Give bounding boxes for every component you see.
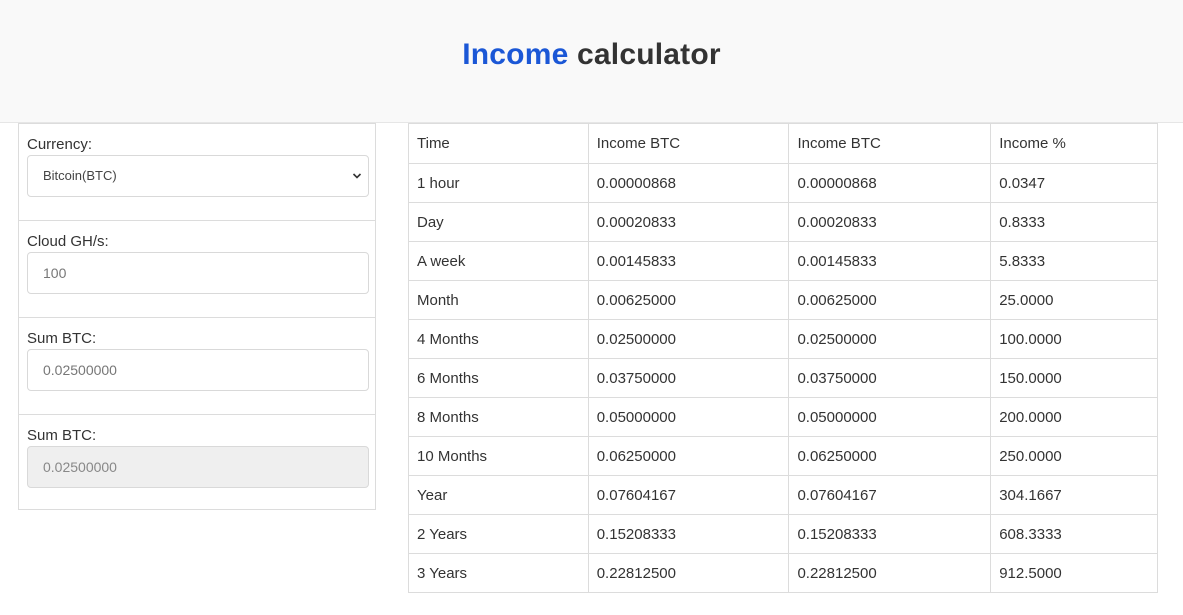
table-row: 4 Months 0.02500000 0.02500000 100.0000 (408, 319, 1158, 359)
table-row: 3 Years 0.22812500 0.22812500 912.5000 (408, 553, 1158, 593)
income-table-container: Time Income BTC Income BTC Income % 1 ho… (408, 123, 1158, 593)
header-income-percent: Income % (990, 123, 1158, 164)
cell-time: Day (408, 202, 589, 242)
currency-field-group: Currency: Bitcoin(BTC) (19, 124, 375, 221)
cell-income-percent: 608.3333 (990, 514, 1158, 554)
cell-income-percent: 912.5000 (990, 553, 1158, 593)
cell-income-btc: 0.15208333 (587, 514, 790, 554)
cell-time: Year (408, 475, 589, 515)
cell-income-btc: 0.00000868 (587, 163, 790, 203)
cell-income-btc: 0.00020833 (587, 202, 790, 242)
cell-income-btc: 0.00625000 (587, 280, 790, 320)
cell-income-btc: 0.07604167 (587, 475, 790, 515)
table-row: Year 0.07604167 0.07604167 304.1667 (408, 475, 1158, 515)
sum-readonly-label: Sum BTC: (27, 427, 97, 444)
table-row: Month 0.00625000 0.00625000 25.0000 (408, 280, 1158, 320)
chevron-down-icon (352, 156, 362, 213)
cell-income-btc-2: 0.06250000 (788, 436, 992, 476)
sum-field-group: Sum BTC: 0.02500000 (19, 318, 375, 415)
cell-income-btc-2: 0.22812500 (788, 553, 992, 593)
cell-time: 6 Months (408, 358, 589, 398)
currency-label: Currency: (27, 136, 93, 153)
sum-input[interactable]: 0.02500000 (27, 349, 369, 391)
currency-selected-value: Bitcoin(BTC) (43, 168, 117, 183)
cell-income-btc-2: 0.00020833 (788, 202, 992, 242)
cell-income-btc-2: 0.00625000 (788, 280, 992, 320)
cell-income-percent: 250.0000 (990, 436, 1158, 476)
cell-time: 2 Years (408, 514, 589, 554)
cell-income-btc-2: 0.02500000 (788, 319, 992, 359)
currency-select[interactable]: Bitcoin(BTC) (27, 155, 369, 197)
cell-time: 3 Years (408, 553, 589, 593)
cell-income-percent: 0.8333 (990, 202, 1158, 242)
table-row: Day 0.00020833 0.00020833 0.8333 (408, 202, 1158, 242)
sum-readonly-field-group: Sum BTC: 0.02500000 (19, 415, 375, 509)
cloud-field-group: Cloud GH/s: 100 (19, 221, 375, 318)
cell-income-btc-2: 0.00145833 (788, 241, 992, 281)
title-rest: calculator (577, 38, 721, 71)
table-row: 6 Months 0.03750000 0.03750000 150.0000 (408, 358, 1158, 398)
cell-income-btc: 0.03750000 (587, 358, 790, 398)
title-accent: Income (462, 38, 569, 71)
cell-income-btc: 0.02500000 (587, 319, 790, 359)
cell-income-btc: 0.00145833 (587, 241, 790, 281)
table-row: 1 hour 0.00000868 0.00000868 0.0347 (408, 163, 1158, 203)
page-title: Income calculator (0, 38, 1183, 72)
cell-income-percent: 200.0000 (990, 397, 1158, 437)
cell-income-btc-2: 0.15208333 (788, 514, 992, 554)
cell-income-btc: 0.05000000 (587, 397, 790, 437)
cell-time: 10 Months (408, 436, 589, 476)
cell-time: 1 hour (408, 163, 589, 203)
income-table: Time Income BTC Income BTC Income % 1 ho… (408, 123, 1158, 593)
table-row: 10 Months 0.06250000 0.06250000 250.0000 (408, 436, 1158, 476)
cell-time: 4 Months (408, 319, 589, 359)
header-income-btc: Income BTC (587, 123, 790, 164)
cell-income-percent: 5.8333 (990, 241, 1158, 281)
calculator-form: Currency: Bitcoin(BTC) Cloud GH/s: 100 S… (18, 123, 376, 510)
cell-income-percent: 304.1667 (990, 475, 1158, 515)
header-income-btc-2: Income BTC (788, 123, 992, 164)
cell-income-btc-2: 0.03750000 (788, 358, 992, 398)
cell-income-percent: 150.0000 (990, 358, 1158, 398)
sum-readonly-input: 0.02500000 (27, 446, 369, 488)
table-row: 8 Months 0.05000000 0.05000000 200.0000 (408, 397, 1158, 437)
cell-income-btc-2: 0.07604167 (788, 475, 992, 515)
cell-income-btc: 0.06250000 (587, 436, 790, 476)
cell-income-percent: 0.0347 (990, 163, 1158, 203)
cell-time: 8 Months (408, 397, 589, 437)
cell-income-percent: 100.0000 (990, 319, 1158, 359)
page-header: Income calculator (0, 0, 1183, 123)
table-header-row: Time Income BTC Income BTC Income % (408, 123, 1158, 164)
table-row: 2 Years 0.15208333 0.15208333 608.3333 (408, 514, 1158, 554)
cloud-label: Cloud GH/s: (27, 233, 109, 250)
table-row: A week 0.00145833 0.00145833 5.8333 (408, 241, 1158, 281)
cell-income-btc-2: 0.00000868 (788, 163, 992, 203)
cell-time: A week (408, 241, 589, 281)
header-time: Time (408, 123, 589, 164)
cell-income-btc-2: 0.05000000 (788, 397, 992, 437)
cell-time: Month (408, 280, 589, 320)
cell-income-btc: 0.22812500 (587, 553, 790, 593)
sum-label: Sum BTC: (27, 330, 97, 347)
cell-income-percent: 25.0000 (990, 280, 1158, 320)
cloud-input[interactable]: 100 (27, 252, 369, 294)
